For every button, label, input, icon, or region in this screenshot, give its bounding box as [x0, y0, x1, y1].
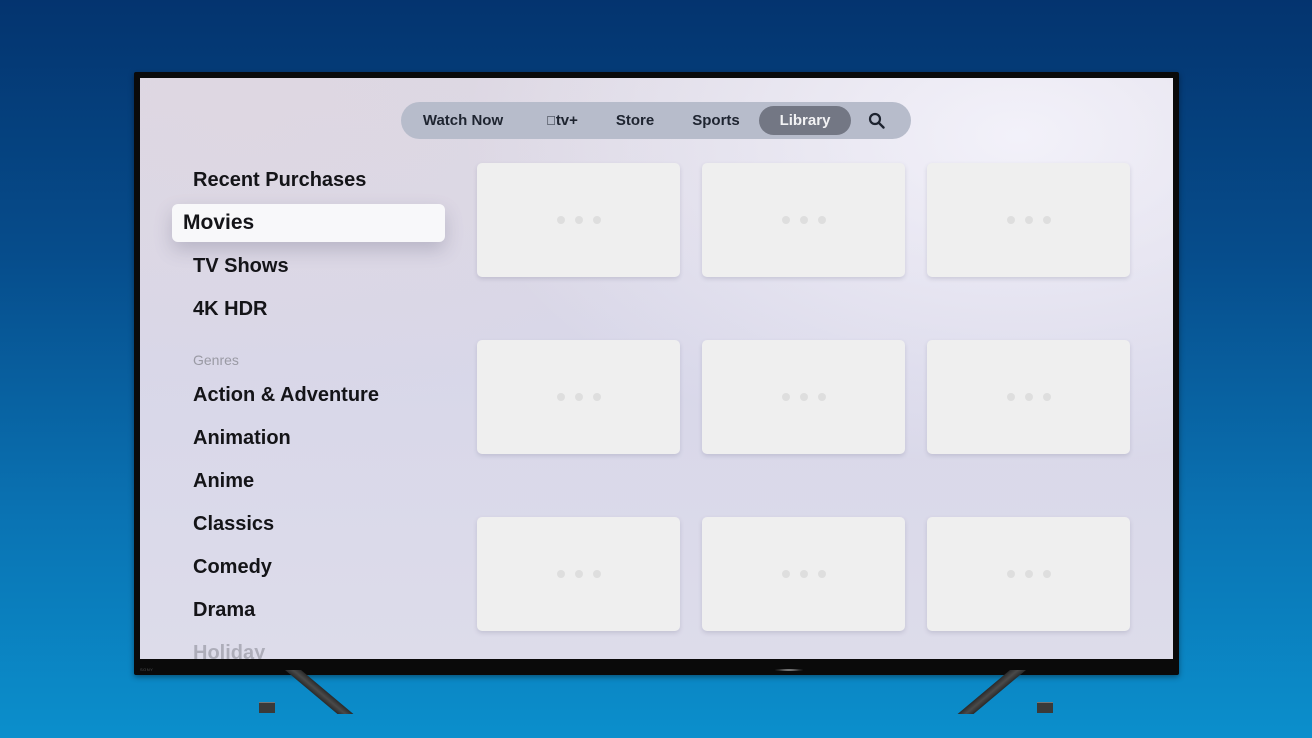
loading-dots-icon	[781, 393, 826, 401]
sidebar-item-genre[interactable]: Holiday	[193, 642, 265, 659]
tab-label: Sports	[692, 112, 740, 129]
content-card-placeholder[interactable]	[927, 163, 1130, 277]
tab-library[interactable]: Library	[759, 106, 851, 135]
loading-dot	[574, 393, 583, 401]
loading-dots-icon	[1006, 393, 1051, 401]
sidebar-item-movies[interactable]: Movies	[172, 204, 445, 242]
sidebar-item-genre[interactable]: Comedy	[193, 556, 272, 579]
loading-dot	[556, 216, 565, 224]
sidebar-item-tv-shows[interactable]: TV Shows	[193, 255, 289, 278]
loading-dot	[592, 570, 601, 578]
tv-stand-foot-right	[1037, 702, 1053, 713]
loading-dot	[799, 393, 808, 401]
loading-dot	[574, 216, 583, 224]
tv-stand-foot-left	[259, 702, 275, 713]
genres-header: Genres	[193, 352, 239, 368]
search-icon	[868, 112, 885, 129]
loading-dot	[817, 570, 826, 578]
content-card-placeholder[interactable]	[477, 340, 680, 454]
tab-sports[interactable]: Sports	[681, 106, 751, 135]
tv-stand-right	[957, 670, 1026, 714]
loading-dot	[799, 216, 808, 224]
loading-dot	[781, 216, 790, 224]
loading-dot	[781, 393, 790, 401]
loading-dots-icon	[556, 393, 601, 401]
content-card-placeholder[interactable]	[477, 517, 680, 631]
sidebar-item-genre[interactable]: Drama	[193, 599, 255, 622]
sidebar-item-recent-purchases[interactable]: Recent Purchases	[193, 169, 366, 192]
content-card-placeholder[interactable]	[702, 163, 905, 277]
tab-store[interactable]: Store	[606, 106, 664, 135]
loading-dot	[1024, 216, 1033, 224]
top-nav-bar: Watch Now tv+ Store Sports Library	[401, 102, 911, 139]
loading-dot	[556, 393, 565, 401]
loading-dots-icon	[556, 216, 601, 224]
loading-dot	[556, 570, 565, 578]
loading-dot	[817, 393, 826, 401]
loading-dot	[1042, 393, 1051, 401]
search-button[interactable]	[863, 106, 891, 135]
sidebar-item-genre[interactable]: Anime	[193, 470, 254, 493]
sidebar-item-genre[interactable]: Action & Adventure	[193, 384, 379, 407]
loading-dot	[1006, 393, 1015, 401]
loading-dots-icon	[781, 216, 826, 224]
tv-stand-left	[285, 670, 354, 714]
loading-dot	[1006, 216, 1015, 224]
loading-dot	[1006, 570, 1015, 578]
tab-apple-tv-plus[interactable]: tv+	[531, 106, 593, 135]
content-card-placeholder[interactable]	[927, 340, 1130, 454]
tv-brand-logo: SONY	[140, 667, 154, 672]
sidebar-item-genre[interactable]: Animation	[193, 427, 291, 450]
loading-dots-icon	[1006, 216, 1051, 224]
content-card-placeholder[interactable]	[927, 517, 1130, 631]
content-card-placeholder[interactable]	[702, 517, 905, 631]
sidebar-item-4k-hdr[interactable]: 4K HDR	[193, 298, 267, 321]
tab-label: Watch Now	[422, 112, 504, 129]
loading-dot	[799, 570, 808, 578]
tab-label: tv+	[550, 112, 578, 129]
loading-dot	[592, 216, 601, 224]
loading-dot	[1024, 393, 1033, 401]
tv-power-led	[774, 669, 804, 671]
loading-dot	[817, 216, 826, 224]
content-card-placeholder[interactable]	[702, 340, 905, 454]
loading-dot	[592, 393, 601, 401]
loading-dot	[781, 570, 790, 578]
sidebar-item-genre[interactable]: Classics	[193, 513, 274, 536]
loading-dot	[574, 570, 583, 578]
tv-screen: Watch Now tv+ Store Sports Library Rece…	[140, 78, 1173, 659]
loading-dots-icon	[556, 570, 601, 578]
loading-dot	[1042, 570, 1051, 578]
loading-dots-icon	[781, 570, 826, 578]
apple-logo-icon: 	[546, 113, 556, 128]
tab-label: Library	[779, 112, 831, 129]
loading-dot	[1024, 570, 1033, 578]
loading-dot	[1042, 216, 1051, 224]
loading-dots-icon	[1006, 570, 1051, 578]
tab-watch-now[interactable]: Watch Now	[413, 106, 513, 135]
content-card-placeholder[interactable]	[477, 163, 680, 277]
tab-label: Store	[615, 112, 655, 129]
